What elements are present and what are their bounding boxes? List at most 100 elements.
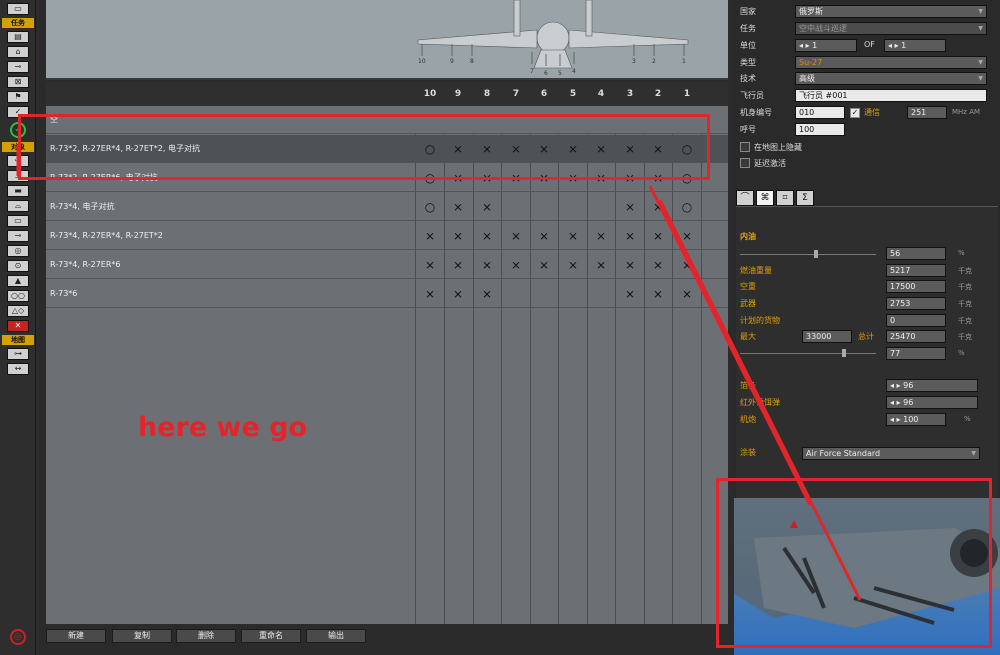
loadout-name: R-73*4, R-27ER*4, R-27ET*2 xyxy=(50,231,163,240)
missile-pylon-icon[interactable]: ⨯ xyxy=(594,258,608,272)
missile-pylon-icon[interactable]: ⨯ xyxy=(537,229,551,243)
unit-of-stepper[interactable]: ◂ ▸ 1 xyxy=(884,39,946,52)
zone-icon[interactable]: ⊠ xyxy=(7,76,29,88)
missile-pylon-icon[interactable]: ⨯ xyxy=(651,200,665,214)
top-station-label: 7 xyxy=(530,68,534,75)
loadout-row[interactable]: R-73*4, R-27ER*4, R-27ET*2 ⨯ ⨯ ⨯ ⨯ ⨯ ⨯ ⨯ ⨯ ⨯ ⨯ xyxy=(46,222,728,250)
export-button[interactable]: 输出 xyxy=(306,629,366,643)
top-station-label: 1 xyxy=(682,58,686,65)
loadout-row[interactable]: R-73*6 ⨯ ⨯ ⨯ ⨯ ⨯ ⨯ xyxy=(46,280,728,308)
left-toolbar: ▭ 任务 ▤ ⌂ ⊸ ⊠ ⚑ ✓ ✓ 对象 ✈ ⊥ ▬ ⌓ ▭ ⊸ ◎ ⊙ ▲ … xyxy=(0,0,36,655)
callsign-input[interactable]: 100 xyxy=(795,123,845,136)
unit-stepper[interactable]: ◂ ▸ 1 xyxy=(795,39,857,52)
target-icon[interactable]: ◎ xyxy=(7,245,29,257)
skill-select[interactable]: 高级 ▼ xyxy=(795,72,987,85)
missile-pylon-icon[interactable]: ⨯ xyxy=(423,258,437,272)
save-icon[interactable]: ▭ xyxy=(7,3,29,15)
station-column-header: 7 xyxy=(512,89,520,99)
missile-pylon-icon[interactable]: ⨯ xyxy=(680,258,694,272)
fuel-percent-input[interactable]: 56 xyxy=(886,247,946,260)
missile-pylon-icon[interactable]: ⨯ xyxy=(480,229,494,243)
point-icon[interactable]: ⊙ xyxy=(7,260,29,272)
ship-icon[interactable]: ⌓ xyxy=(7,200,29,212)
missile-pylon-icon[interactable]: ⨯ xyxy=(680,229,694,243)
tail-number-label: 机身编号 xyxy=(740,108,772,117)
missile-pylon-icon[interactable]: ⨯ xyxy=(623,258,637,272)
new-button[interactable]: 新建 xyxy=(46,629,106,643)
missile-pylon-icon[interactable]: ⨯ xyxy=(509,229,523,243)
key-icon[interactable]: ⊶ xyxy=(7,348,29,360)
missile-pylon-icon[interactable]: ⨯ xyxy=(623,200,637,214)
missile-pylon-icon[interactable]: ⨯ xyxy=(680,287,694,301)
shapes-icon[interactable]: △◇ xyxy=(7,305,29,317)
missile-pylon-icon[interactable]: ⨯ xyxy=(594,229,608,243)
copy-button[interactable]: 复制 xyxy=(112,629,172,643)
loadout-row[interactable]: R-73*4, 电子对抗 ○ ⨯ ⨯ ⨯ ⨯ ○ xyxy=(46,193,728,221)
settings-circle-icon[interactable]: ◎ xyxy=(10,629,26,645)
type-select[interactable]: Su-27 ▼ xyxy=(795,56,987,69)
hide-on-map-checkbox[interactable] xyxy=(740,142,750,152)
empty-pylon-icon[interactable]: ○ xyxy=(423,200,437,214)
missile-pylon-icon[interactable]: ⨯ xyxy=(451,258,465,272)
fuel-weight-input[interactable]: 5217 xyxy=(886,264,946,277)
tab-payload[interactable]: ⌘ xyxy=(756,190,774,206)
missile-pylon-icon[interactable]: ⨯ xyxy=(651,287,665,301)
ground-unit-icon[interactable]: ▬ xyxy=(7,185,29,197)
missile-pylon-icon[interactable]: ⨯ xyxy=(651,229,665,243)
template-icon[interactable]: ○○ xyxy=(7,290,29,302)
missile-pylon-icon[interactable]: ⨯ xyxy=(566,229,580,243)
livery-select[interactable]: Air Force Standard ▼ xyxy=(802,447,980,460)
frequency-input[interactable]: 251 xyxy=(907,106,947,119)
train-icon[interactable]: ▭ xyxy=(7,215,29,227)
late-activation-checkbox[interactable] xyxy=(740,158,750,168)
flare-label: 红外诱饵弹 xyxy=(740,398,780,407)
flare-stepper[interactable]: ◂ ▸ 96 xyxy=(886,396,978,409)
missile-pylon-icon[interactable]: ⨯ xyxy=(651,258,665,272)
fuel-slider[interactable] xyxy=(740,254,876,255)
comm-checkbox[interactable]: ✓ xyxy=(850,108,860,118)
briefing-icon[interactable]: ▤ xyxy=(7,31,29,43)
missile-pylon-icon[interactable]: ⨯ xyxy=(451,229,465,243)
missile-pylon-icon[interactable]: ⨯ xyxy=(451,200,465,214)
missile-pylon-icon[interactable]: ⨯ xyxy=(623,229,637,243)
missile-pylon-icon[interactable]: ⨯ xyxy=(623,287,637,301)
loadout-row[interactable]: R-73*4, R-27ER*6 ⨯ ⨯ ⨯ ⨯ ⨯ ⨯ ⨯ ⨯ ⨯ ⨯ xyxy=(46,251,728,279)
missile-pylon-icon[interactable]: ⨯ xyxy=(509,258,523,272)
missile-pylon-icon[interactable]: ⨯ xyxy=(451,287,465,301)
missile-pylon-icon[interactable]: ⨯ xyxy=(480,200,494,214)
chaff-stepper[interactable]: ◂ ▸ 96 xyxy=(886,379,978,392)
weapons-weight-value: 2753 xyxy=(886,297,946,310)
gun-stepper[interactable]: ◂ ▸ 100 xyxy=(886,413,946,426)
delete-icon[interactable]: ✕ xyxy=(7,320,29,332)
top-station-label: 6 xyxy=(544,70,548,77)
rename-button[interactable]: 重命名 xyxy=(241,629,301,643)
delete-button[interactable]: 删除 xyxy=(176,629,236,643)
ruler-icon[interactable]: ↔ xyxy=(7,363,29,375)
kg-unit: 千克 xyxy=(958,333,972,341)
static-icon[interactable]: ⊸ xyxy=(7,230,29,242)
fuel-slider-knob[interactable] xyxy=(814,250,818,258)
missile-pylon-icon[interactable]: ⨯ xyxy=(423,229,437,243)
missile-pylon-icon[interactable]: ⨯ xyxy=(566,258,580,272)
country-select[interactable]: 俄罗斯 ▼ xyxy=(795,5,987,18)
missile-pylon-icon[interactable]: ⨯ xyxy=(423,287,437,301)
task-label: 任务 xyxy=(740,24,756,33)
total-weight-value: 25470 xyxy=(886,330,946,343)
waypoint-icon[interactable]: ⊸ xyxy=(7,61,29,73)
missile-pylon-icon[interactable]: ⨯ xyxy=(537,258,551,272)
empty-pylon-icon[interactable]: ○ xyxy=(680,200,694,214)
kg-unit: 千克 xyxy=(958,283,972,291)
task-select[interactable]: 空中战斗巡逻 ▼ xyxy=(795,22,987,35)
tab-route[interactable]: ⌒ xyxy=(736,190,754,206)
tail-number-input[interactable]: 010 xyxy=(795,106,845,119)
station-column-header: 3 xyxy=(626,89,634,99)
triggers-icon[interactable]: ⌂ xyxy=(7,46,29,58)
top-station-label: 8 xyxy=(470,58,474,65)
fortification-icon[interactable]: ▲ xyxy=(7,275,29,287)
flag-icon[interactable]: ⚑ xyxy=(7,91,29,103)
tab-options[interactable]: ⌗ xyxy=(776,190,794,206)
missile-pylon-icon[interactable]: ⨯ xyxy=(480,258,494,272)
tab-summary[interactable]: Σ xyxy=(796,190,814,206)
pilot-name-input[interactable]: 飞行员 #001 xyxy=(795,89,987,102)
missile-pylon-icon[interactable]: ⨯ xyxy=(480,287,494,301)
